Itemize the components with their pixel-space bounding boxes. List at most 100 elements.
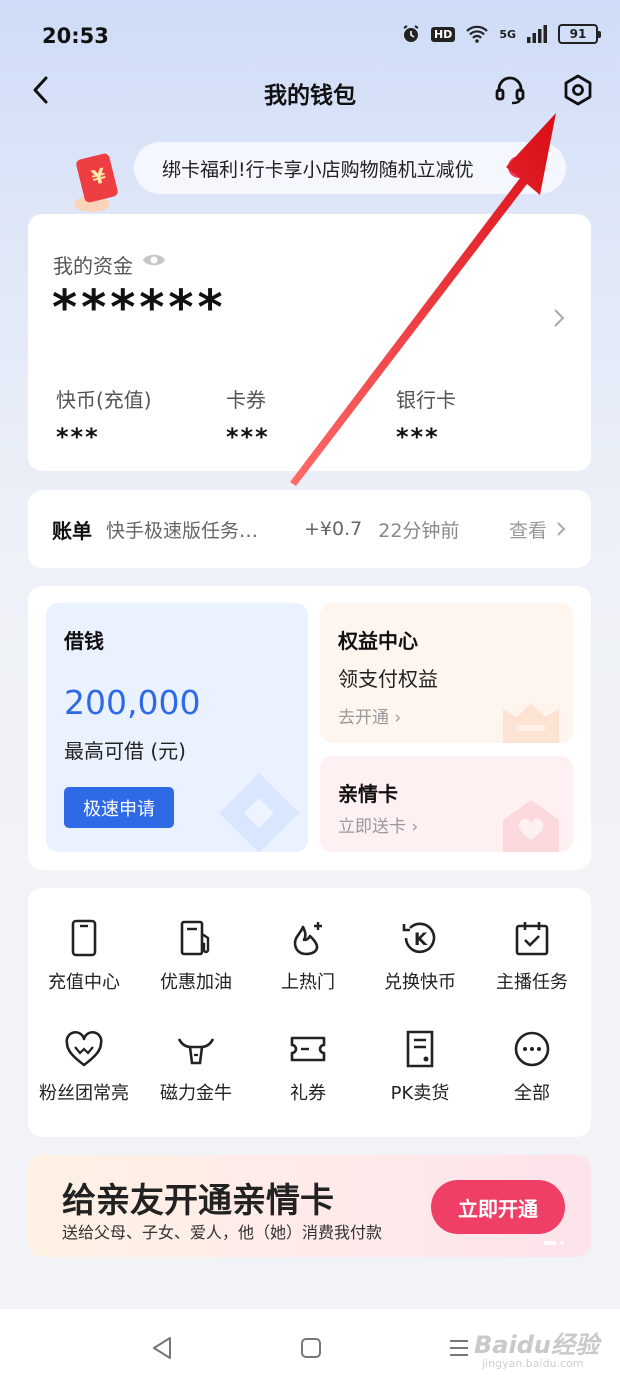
network-type: 5G [499, 27, 516, 41]
nav-back-icon[interactable] [150, 1335, 174, 1361]
header: 我的钱包 [0, 60, 620, 120]
banner-subtitle: 送给父母、子女、爱人，他（她）消费我付款 [62, 1223, 383, 1242]
grid-item-all[interactable]: 全部 [476, 1029, 588, 1105]
family-card-banner[interactable]: 给亲友开通亲情卡 送给父母、子女、爱人，他（她）消费我付款 立即开通 [28, 1155, 591, 1257]
banner-open-button[interactable]: 立即开通 [431, 1180, 565, 1234]
fire-icon [293, 922, 322, 956]
services-card: 借钱 200,000 最高可借 (元) 极速申请 权益中心 领支付权益 去开通 … [28, 586, 591, 870]
rights-center-tile[interactable]: 权益中心 领支付权益 去开通 › [320, 603, 573, 743]
funds-amount: ****** [52, 280, 227, 336]
borrow-title: 借钱 [64, 629, 104, 653]
promo-text: 绑卡福利!行卡享小店购物随机立减优 [162, 158, 474, 181]
bill-row[interactable]: 账单 快手极速版任务… +¥0.7 22分钟前 查看 [28, 490, 591, 568]
bill-amount: +¥0.7 [304, 518, 363, 540]
grid-item-pk-selling[interactable]: PK卖货 [364, 1029, 476, 1105]
rights-title: 权益中心 [338, 629, 418, 653]
settings-icon[interactable] [560, 72, 596, 108]
grid-item-tasks[interactable]: 主播任务 [476, 918, 588, 994]
funds-coins[interactable]: 快币(充值) *** [56, 384, 152, 451]
watermark-url: jingyan.baidu.com [482, 1357, 584, 1370]
grid-label: 兑换快币 [384, 972, 456, 993]
rights-link-label: 去开通 [338, 708, 389, 728]
grid-item-recharge[interactable]: 充值中心 [28, 918, 140, 994]
borrow-apply-button[interactable]: 极速申请 [64, 787, 174, 828]
grid-label: 礼券 [290, 1083, 326, 1104]
rights-subtitle: 领支付权益 [338, 667, 438, 691]
signal-icon [527, 25, 547, 43]
borrow-tile[interactable]: 借钱 200,000 最高可借 (元) 极速申请 [46, 603, 308, 852]
chevron-right-icon [557, 522, 566, 536]
red-envelope-icon: ¥ [74, 153, 118, 212]
ticket-icon [290, 1036, 326, 1062]
bank-cards-label: 银行卡 [396, 388, 456, 412]
grid-item-bull[interactable]: 磁力金牛 [140, 1029, 252, 1105]
carousel-dot [560, 1241, 564, 1245]
grid-item-exchange[interactable]: K 兑换快币 [364, 918, 476, 994]
wifi-icon [466, 25, 489, 43]
phone-icon [71, 919, 97, 957]
crown-decoration-icon [503, 703, 559, 743]
grid-label: 全部 [514, 1083, 550, 1104]
coins-label: 快币(充值) [56, 388, 152, 412]
coupons-label: 卡券 [226, 388, 266, 412]
borrow-amount: 200,000 [64, 683, 201, 722]
bill-title: 账单 [52, 518, 92, 543]
coins-value: *** [56, 423, 100, 451]
funds-coupons[interactable]: 卡券 *** [226, 384, 270, 451]
status-time: 20:53 [42, 24, 109, 48]
family-link-label: 立即送卡 [338, 817, 406, 837]
grid-label: 优惠加油 [160, 972, 232, 993]
rights-link[interactable]: 去开通 › [338, 703, 401, 728]
nav-home-icon[interactable] [300, 1337, 322, 1359]
headset-icon[interactable] [492, 72, 528, 108]
funds-card[interactable]: 我的资金 ****** 快币(充值) *** 卡券 *** 银行卡 *** [28, 214, 591, 471]
promo-tag: 领 [508, 156, 540, 178]
grid-item-coupons[interactable]: 礼券 [252, 1029, 364, 1105]
grid-label: PK卖货 [390, 1083, 450, 1104]
bill-view-link[interactable]: 查看 [509, 516, 547, 543]
battery-level: 91 [569, 27, 587, 41]
grid-label: 充值中心 [48, 972, 120, 993]
fuel-icon [180, 920, 210, 956]
carousel-dot-active [544, 1241, 556, 1245]
features-grid: 充值中心 优惠加油 上热门 K 兑换快币 主播任务 粉丝团常亮 磁力金牛 礼券 … [28, 888, 591, 1137]
status-icons: HD 5G 91 [401, 24, 601, 44]
bull-icon [177, 1038, 215, 1065]
diamond-decoration-icon [219, 773, 299, 852]
grid-label: 主播任务 [496, 972, 568, 993]
hd-badge: HD [430, 26, 456, 42]
grid-item-fan-club[interactable]: 粉丝团常亮 [28, 1029, 140, 1105]
banner-title: 给亲友开通亲情卡 [62, 1181, 334, 1221]
heart-icon [65, 1030, 103, 1067]
chevron-right-icon [554, 309, 565, 327]
coupons-value: *** [226, 423, 270, 451]
house-heart-decoration-icon [503, 800, 559, 852]
system-nav-bar: Baidu经验 jingyan.baidu.com [0, 1309, 620, 1386]
more-icon [514, 1031, 550, 1067]
grid-label: 粉丝团常亮 [39, 1083, 129, 1104]
nav-menu-icon[interactable] [448, 1337, 470, 1359]
svg-text:K: K [414, 930, 428, 950]
borrow-subtitle: 最高可借 (元) [64, 739, 186, 763]
funds-bank-cards[interactable]: 银行卡 *** [396, 384, 456, 451]
battery-icon: 91 [558, 24, 601, 44]
family-link[interactable]: 立即送卡 › [338, 812, 418, 837]
bill-description: 快手极速版任务… [106, 519, 259, 542]
family-title: 亲情卡 [338, 782, 398, 806]
calendar-check-icon [515, 922, 549, 956]
watermark-logo: Baidu经验 [474, 1331, 599, 1359]
bank-cards-value: *** [396, 423, 440, 451]
family-card-tile[interactable]: 亲情卡 立即送卡 › [320, 756, 573, 852]
funds-label: 我的资金 [53, 254, 133, 278]
grid-item-fuel[interactable]: 优惠加油 [140, 918, 252, 994]
document-icon [406, 1030, 434, 1068]
alarm-icon [403, 25, 419, 42]
grid-label: 上热门 [281, 972, 335, 993]
promo-banner[interactable]: 绑卡福利!行卡享小店购物随机立减优 领 [134, 142, 566, 194]
eye-hidden-icon[interactable] [142, 250, 166, 270]
carousel-dots [544, 1241, 564, 1245]
grid-label: 磁力金牛 [160, 1083, 232, 1104]
grid-item-trending[interactable]: 上热门 [252, 918, 364, 994]
bill-time: 22分钟前 [378, 519, 460, 542]
coin-exchange-icon: K [402, 922, 436, 954]
